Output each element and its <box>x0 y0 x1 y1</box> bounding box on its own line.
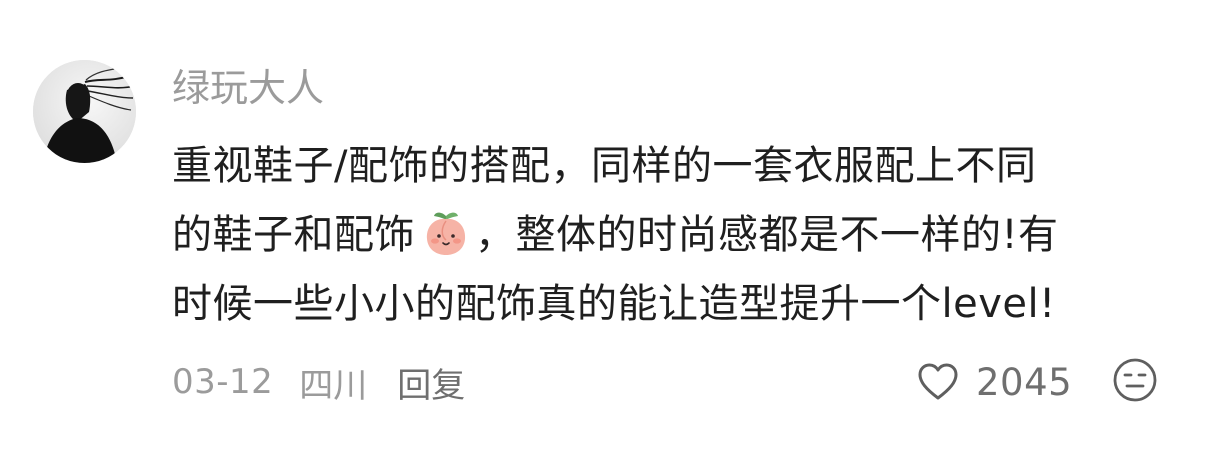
avatar[interactable] <box>33 60 136 163</box>
comment-location: 四川 <box>299 365 368 406</box>
comment-text-segment: ，整体的时尚感都是不一样的!有 <box>475 212 1059 258</box>
neutral-face-icon[interactable] <box>1112 357 1158 403</box>
username[interactable]: 绿玩大人 <box>172 62 324 114</box>
comment-line: 的鞋子和配饰 ，整体的时尚感都是不一样的!有 <box>172 201 1162 270</box>
comment-content: 重视鞋子/配饰的搭配，同样的一套衣服配上不同 的鞋子和配饰 ，整体的时尚感都是不… <box>172 132 1162 339</box>
comment-date: 03-12 <box>172 362 274 402</box>
like-button[interactable]: 2045 <box>916 358 1072 406</box>
comment-line: 时候一些小小的配饰真的能让造型提升一个level! <box>172 281 1056 327</box>
comment-meta: 03-12 四川 回复 <box>172 358 465 406</box>
heart-outline-icon <box>918 363 958 400</box>
reply-button[interactable]: 回复 <box>397 358 465 407</box>
peach-face-emoji <box>421 208 471 258</box>
avatar-silhouette-icon <box>33 60 136 163</box>
like-count: 2045 <box>976 360 1073 404</box>
comment-line: 重视鞋子/配饰的搭配，同样的一套衣服配上不同 <box>172 143 1037 189</box>
comment-card: 绿玩大人 重视鞋子/配饰的搭配，同样的一套衣服配上不同 的鞋子和配饰 ，整体的时… <box>0 0 1220 462</box>
comment-text-segment: 的鞋子和配饰 <box>172 212 415 258</box>
